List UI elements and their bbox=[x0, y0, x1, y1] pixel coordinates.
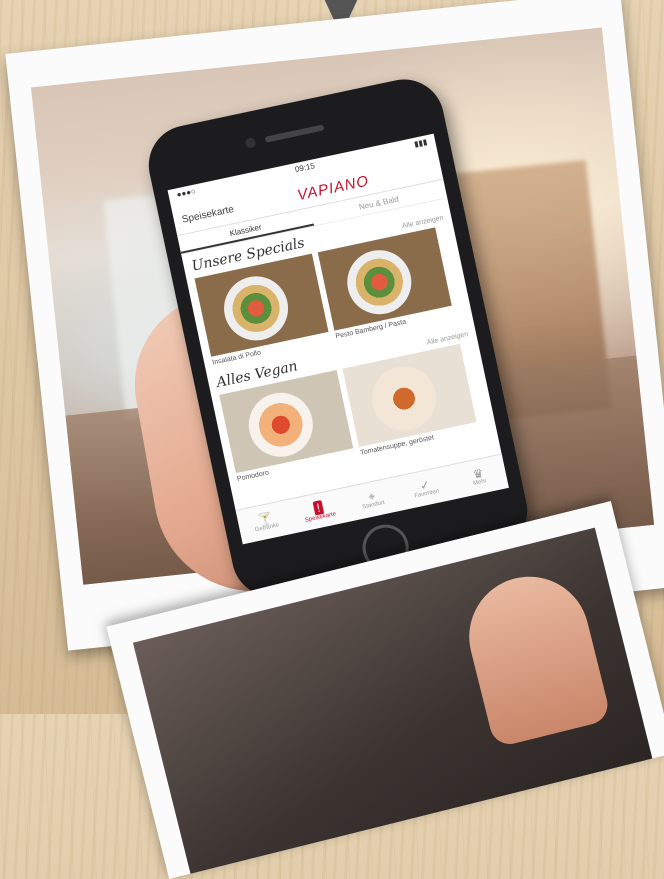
tab-speisekarte[interactable]: ! Speisekarte bbox=[289, 488, 349, 533]
tab-label: Standort bbox=[361, 499, 386, 511]
thumb bbox=[456, 563, 612, 749]
signal-icon: ●●●○ bbox=[175, 186, 197, 200]
front-camera bbox=[244, 136, 257, 149]
battery-icon: ▮▮▮ bbox=[413, 137, 429, 149]
speaker bbox=[264, 124, 325, 143]
tab-label: Favoriten bbox=[413, 488, 440, 500]
status-time: 09:15 bbox=[294, 161, 316, 175]
nav-back-button[interactable]: Speisekarte bbox=[181, 203, 235, 225]
tab-getraenke[interactable]: 🍸 Getränke bbox=[236, 500, 296, 545]
phone-screen: ●●●○ 09:15 ▮▮▮ Speisekarte VAPIANO Klass… bbox=[167, 133, 509, 545]
tab-label: Mehr bbox=[472, 478, 488, 487]
tab-mehr[interactable]: ♛ Mehr bbox=[449, 454, 509, 499]
tab-standort[interactable]: ⌖ Standort bbox=[342, 477, 402, 522]
tab-favoriten[interactable]: ✓ Favoriten bbox=[395, 466, 455, 511]
